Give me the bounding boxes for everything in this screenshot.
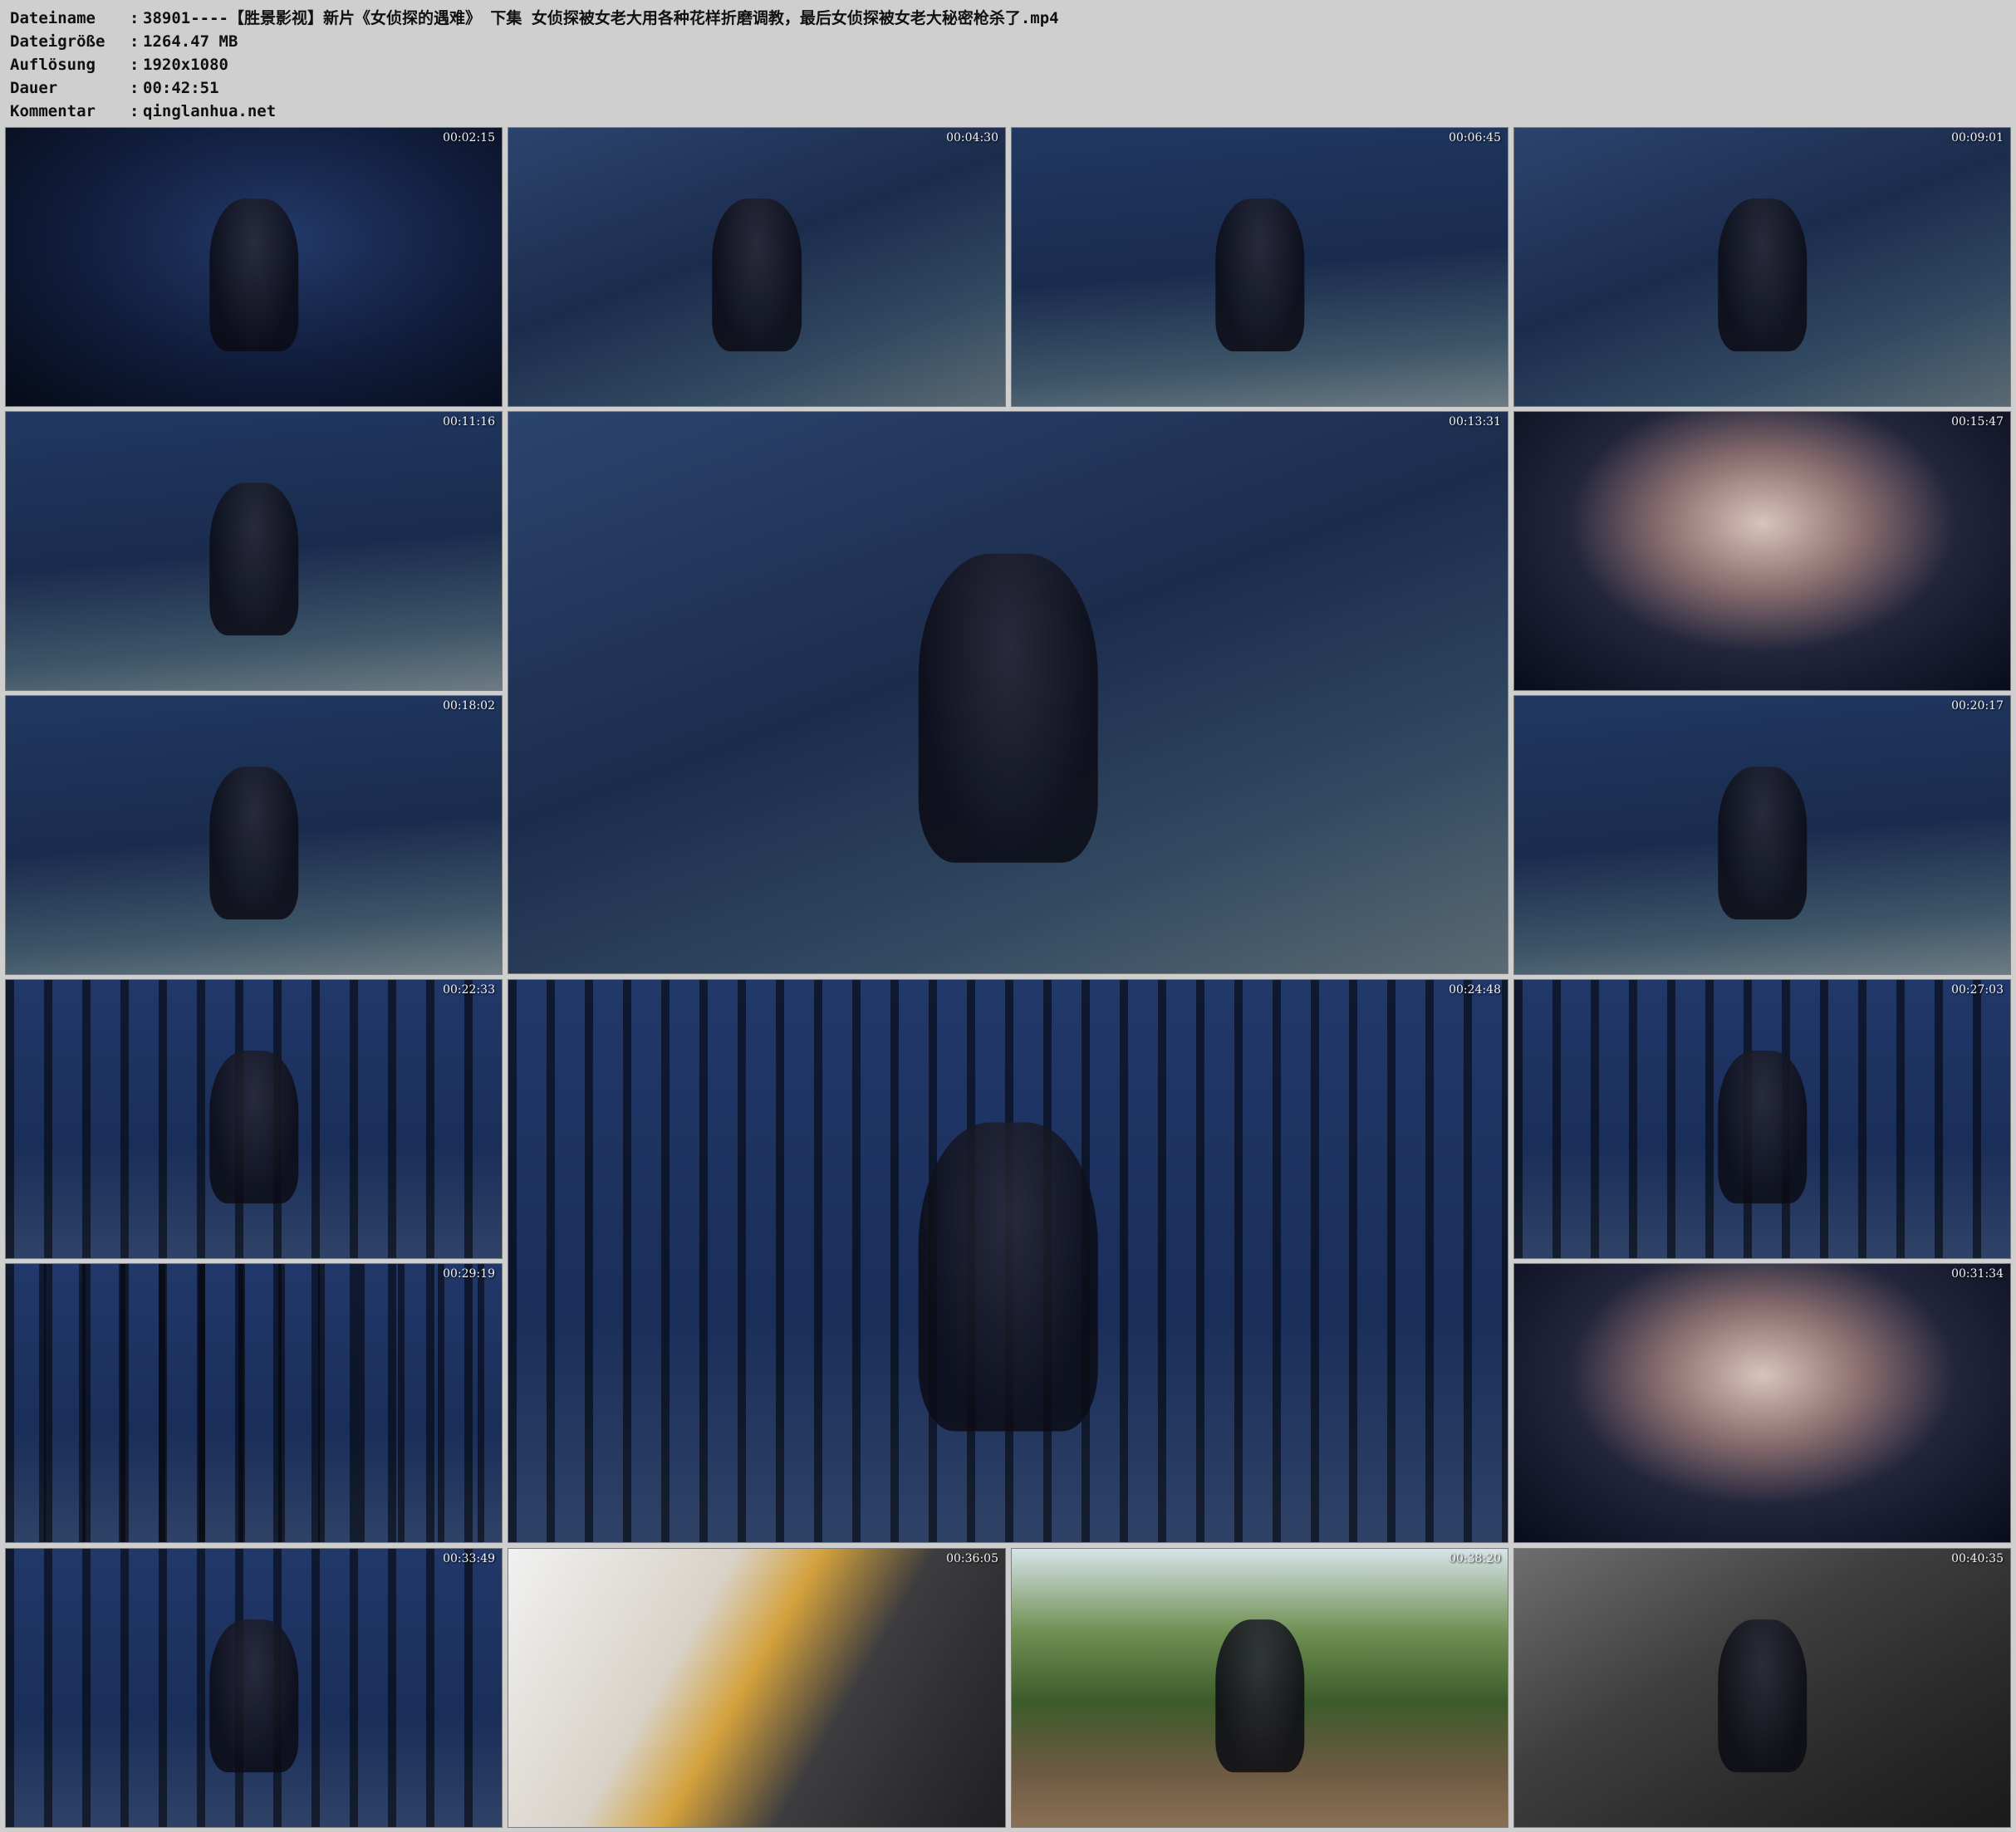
timestamp: 00:18:02 — [443, 699, 495, 713]
timestamp: 00:15:47 — [1951, 415, 2004, 429]
thumbnail[interactable]: 00:18:02 — [5, 695, 503, 975]
thumbnail[interactable]: 00:09:01 — [1513, 127, 2011, 407]
scene-figure — [712, 198, 802, 351]
thumbnail[interactable]: 00:06:45 — [1011, 127, 1508, 407]
scene-figure — [208, 766, 299, 919]
scene-figure — [918, 1121, 1098, 1432]
scene-figure — [1717, 1050, 1808, 1203]
scene-figure — [1214, 1619, 1305, 1772]
thumbnail-large[interactable]: 00:13:31 — [508, 411, 1508, 974]
timestamp: 00:29:19 — [443, 1267, 495, 1281]
timestamp: 00:38:20 — [1449, 1552, 1501, 1565]
scene-figure — [1717, 1619, 1808, 1772]
thumbnail[interactable]: 00:22:33 — [5, 979, 503, 1259]
cell-bars — [6, 1264, 502, 1542]
thumbnail[interactable]: 00:27:03 — [1513, 979, 2011, 1259]
thumbnail[interactable]: 00:40:35 — [1513, 1548, 2011, 1828]
timestamp: 00:13:31 — [1449, 415, 1501, 429]
thumbnail-grid: 00:02:15 00:04:30 00:06:45 00:09:01 00:1… — [0, 0, 2016, 1832]
thumbnail[interactable]: 00:02:15 — [5, 127, 503, 407]
scene-figure — [1717, 198, 1808, 351]
thumbnail[interactable]: 00:38:20 — [1011, 1548, 1508, 1828]
timestamp: 00:22:33 — [443, 983, 495, 997]
thumbnail[interactable]: 00:04:30 — [508, 127, 1006, 407]
scene-figure — [208, 482, 299, 635]
thumbnail-large[interactable]: 00:24:48 — [508, 979, 1508, 1543]
timestamp: 00:33:49 — [443, 1552, 495, 1565]
timestamp: 00:06:45 — [1449, 131, 1501, 145]
thumbnail[interactable]: 00:20:17 — [1513, 695, 2011, 975]
timestamp: 00:20:17 — [1951, 699, 2004, 713]
timestamp: 00:40:35 — [1951, 1552, 2004, 1565]
scene-figure — [1717, 766, 1808, 919]
timestamp: 00:04:30 — [946, 131, 998, 145]
scene-figure — [918, 553, 1098, 863]
timestamp: 00:36:05 — [946, 1552, 998, 1565]
thumbnail[interactable]: 00:29:19 — [5, 1263, 503, 1543]
timestamp: 00:09:01 — [1951, 131, 2004, 145]
scene-figure — [1214, 198, 1305, 351]
thumbnail[interactable]: 00:15:47 — [1513, 411, 2011, 691]
scene-figure — [208, 198, 299, 351]
timestamp: 00:24:48 — [1449, 983, 1501, 997]
thumbnail[interactable]: 00:11:16 — [5, 411, 503, 691]
timestamp: 00:02:15 — [443, 131, 495, 145]
timestamp: 00:11:16 — [443, 415, 495, 429]
scene-figure — [208, 1050, 299, 1203]
thumbnail[interactable]: 00:31:34 — [1513, 1263, 2011, 1543]
thumbnail[interactable]: 00:36:05 — [508, 1548, 1006, 1828]
scene-figure — [208, 1619, 299, 1772]
thumbnail[interactable]: 00:33:49 — [5, 1548, 503, 1828]
timestamp: 00:31:34 — [1951, 1267, 2004, 1281]
timestamp: 00:27:03 — [1951, 983, 2004, 997]
